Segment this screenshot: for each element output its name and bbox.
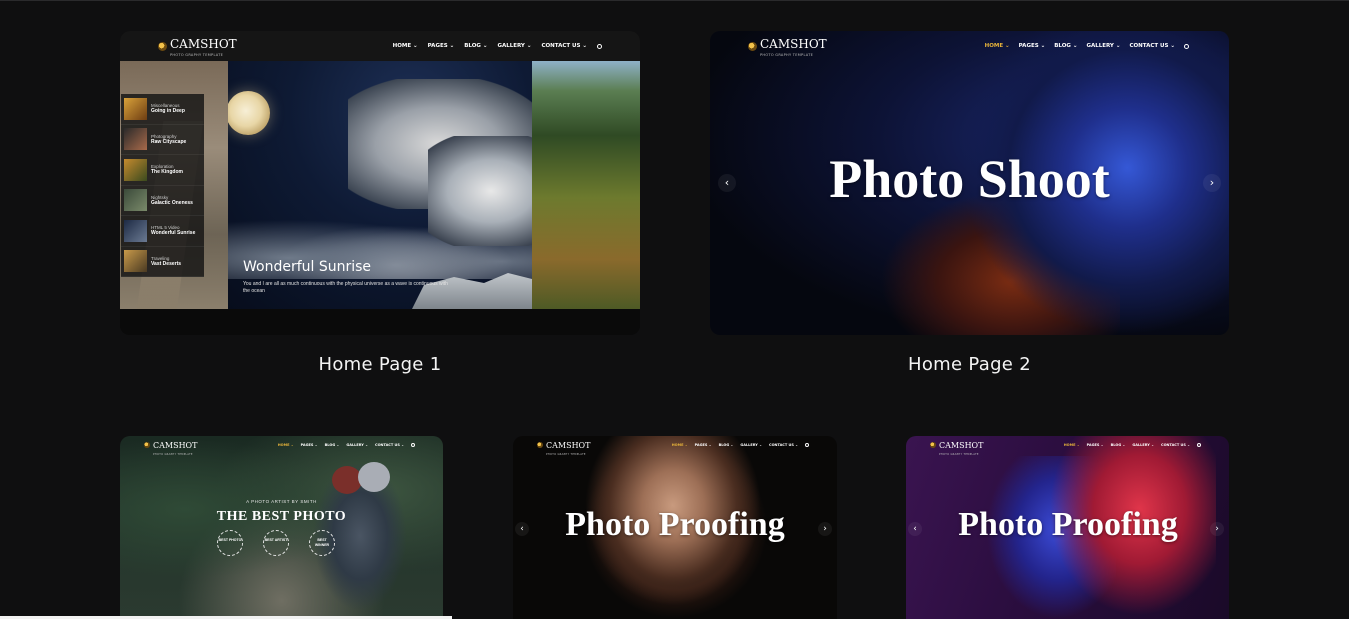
- list-item: Photography Raw Cityscape: [121, 124, 204, 155]
- demo-card-home-5[interactable]: CAMSHOT PHOTO GRAPHY TEMPLATE HOME ⌄ PAGE…: [906, 436, 1229, 619]
- preview-nav: HOME ⌄ PAGES ⌄ BLOG ⌄ GALLERY ⌄ CONTACT …: [672, 443, 809, 447]
- logo-text: CAMSHOT: [760, 37, 827, 51]
- nav-blog: BLOG ⌄: [324, 443, 340, 447]
- chevron-right-icon[interactable]: ›: [1210, 522, 1224, 536]
- right-photo-panel: [532, 61, 640, 309]
- preview-nav: HOME ⌄ PAGES ⌄ BLOG ⌄ GALLERY ⌄ CONTACT …: [278, 443, 415, 447]
- camera-logo-icon: [748, 41, 757, 51]
- demo-card-home-3[interactable]: CAMSHOT PHOTO GRAPHY TEMPLATE HOME ⌄ PAGE…: [120, 436, 443, 619]
- preview-header: CAMSHOT PHOTO GRAPHY TEMPLATE HOME ⌄ PAGE…: [513, 436, 837, 456]
- chevron-left-icon[interactable]: ‹: [908, 522, 922, 536]
- logo: CAMSHOT PHOTO GRAPHY TEMPLATE: [748, 35, 827, 57]
- nav-pages: PAGES ⌄: [694, 443, 712, 447]
- chevron-left-icon[interactable]: ‹: [718, 174, 736, 192]
- nav-blog: BLOG ⌄: [718, 443, 734, 447]
- search-icon: [411, 443, 415, 447]
- nav-pages: PAGES ⌄: [1018, 43, 1046, 49]
- caption-title: Wonderful Sunrise: [243, 259, 372, 275]
- logo-tagline: PHOTO GRAPHY TEMPLATE: [760, 53, 814, 57]
- nav-gallery: GALLERY ⌄: [497, 43, 532, 49]
- camera-logo-icon: [930, 442, 936, 448]
- logo: CAMSHOT PHOTO GRAPHY TEMPLATE: [537, 436, 590, 456]
- demo-card-home-4[interactable]: CAMSHOT PHOTO GRAPHY TEMPLATE HOME ⌄ PAGE…: [513, 436, 837, 619]
- search-icon: [1184, 43, 1189, 49]
- nav-pages: PAGES ⌄: [300, 443, 318, 447]
- nav-home: HOME ⌄: [277, 443, 294, 447]
- preview-header: CAMSHOT PHOTO GRAPHY TEMPLATE HOME ⌄ PAGE…: [710, 31, 1229, 61]
- chevron-right-icon[interactable]: ›: [1203, 174, 1221, 192]
- nav-contact: CONTACT US ⌄: [769, 443, 798, 447]
- hero-caption: Wonderful Sunrise You and I are all as m…: [243, 259, 453, 295]
- nav-blog: BLOG ⌄: [1054, 43, 1078, 49]
- nav-pages: PAGES ⌄: [1086, 443, 1104, 447]
- camera-logo-icon: [144, 442, 150, 448]
- search-icon: [805, 443, 809, 447]
- nav-home: HOME ⌄: [1063, 443, 1080, 447]
- search-icon: [1197, 443, 1201, 447]
- logo: CAMSHOT PHOTO GRAPHY TEMPLATE: [930, 436, 983, 456]
- camera-logo-icon: [158, 41, 167, 51]
- logo-tagline: PHOTO GRAPHY TEMPLATE: [170, 53, 224, 57]
- award-badge: BEST ARTIST: [263, 530, 289, 556]
- hero-headline: THE BEST PHOTO: [216, 509, 347, 524]
- preview-nav: HOME ⌄ PAGES ⌄ BLOG ⌄ GALLERY ⌄ CONTACT …: [393, 43, 602, 49]
- preview-header: CAMSHOT PHOTO GRAPHY TEMPLATE HOME ⌄ PAGE…: [906, 436, 1229, 456]
- demo-label-home-2[interactable]: Home Page 2: [710, 354, 1229, 375]
- logo-tagline: PHOTO GRAPHY TEMPLATE: [546, 452, 586, 456]
- nav-gallery: GALLERY ⌄: [346, 443, 368, 447]
- logo-text: CAMSHOT: [170, 37, 237, 51]
- caption-text: You and I are all as much continuous wit…: [243, 281, 448, 294]
- demo-label-home-1[interactable]: Home Page 1: [120, 354, 640, 375]
- post-list: Miscellaneous Going in Deep Photography Ra…: [121, 94, 204, 277]
- nav-contact: CONTACT US ⌄: [1129, 43, 1175, 49]
- preview-nav: HOME ⌄ PAGES ⌄ BLOG ⌄ GALLERY ⌄ CONTACT …: [1064, 443, 1201, 447]
- top-divider: [0, 0, 1349, 1]
- demo-card-home-2[interactable]: CAMSHOT PHOTO GRAPHY TEMPLATE HOME ⌄ PAGE…: [710, 31, 1229, 335]
- award-badges: BEST PHOTO BEST ARTIST BEST WINNER: [217, 530, 335, 556]
- logo-tagline: PHOTO GRAPHY TEMPLATE: [939, 452, 979, 456]
- chevron-left-icon[interactable]: ‹: [515, 522, 529, 536]
- nav-contact: CONTACT US ⌄: [541, 43, 587, 49]
- nav-gallery: GALLERY ⌄: [1086, 43, 1121, 49]
- nav-contact: CONTACT US ⌄: [375, 443, 404, 447]
- award-badge: BEST WINNER: [309, 530, 335, 556]
- nav-blog: BLOG ⌄: [1110, 443, 1126, 447]
- list-item: Nightsky Galactic Oneness: [121, 185, 204, 216]
- hero-headline: Photo Proofing: [565, 506, 785, 543]
- search-icon: [597, 43, 602, 49]
- nav-home: HOME ⌄: [392, 43, 418, 49]
- preview-header: CAMSHOT PHOTO GRAPHY TEMPLATE HOME ⌄ PAGE…: [120, 31, 640, 61]
- nav-home: HOME ⌄: [671, 443, 688, 447]
- list-item: Traveling Vast Deserts: [121, 246, 204, 277]
- nav-blog: BLOG ⌄: [464, 43, 488, 49]
- logo-tagline: PHOTO GRAPHY TEMPLATE: [153, 452, 193, 456]
- preview-nav: HOME ⌄ PAGES ⌄ BLOG ⌄ GALLERY ⌄ CONTACT …: [985, 43, 1189, 49]
- logo: CAMSHOT PHOTO GRAPHY TEMPLATE: [158, 35, 237, 57]
- nav-home: HOME ⌄: [984, 43, 1010, 49]
- hero-headline: Photo Proofing: [958, 506, 1178, 543]
- list-item: HTML 5 Video Wonderful Sunrise: [121, 216, 204, 247]
- nav-gallery: GALLERY ⌄: [740, 443, 762, 447]
- hero-headline: Photo Shoot: [829, 149, 1110, 209]
- list-item: Exploration The Kingdom: [121, 155, 204, 186]
- nav-contact: CONTACT US ⌄: [1161, 443, 1190, 447]
- logo-text: CAMSHOT: [153, 440, 198, 450]
- nav-gallery: GALLERY ⌄: [1132, 443, 1154, 447]
- list-item: Miscellaneous Going in Deep: [121, 94, 204, 125]
- logo: CAMSHOT PHOTO GRAPHY TEMPLATE: [144, 436, 197, 456]
- award-badge: BEST PHOTO: [217, 530, 243, 556]
- nav-pages: PAGES ⌄: [427, 43, 455, 49]
- preview-header: CAMSHOT PHOTO GRAPHY TEMPLATE HOME ⌄ PAGE…: [120, 436, 443, 456]
- demo-card-home-1[interactable]: CAMSHOT PHOTO GRAPHY TEMPLATE HOME ⌄ PAGE…: [120, 31, 640, 335]
- logo-text: CAMSHOT: [939, 440, 984, 450]
- chevron-right-icon[interactable]: ›: [818, 522, 832, 536]
- hero-kicker: A PHOTO ARTIST BY SMITH: [246, 499, 317, 504]
- camera-logo-icon: [537, 442, 543, 448]
- logo-text: CAMSHOT: [546, 440, 591, 450]
